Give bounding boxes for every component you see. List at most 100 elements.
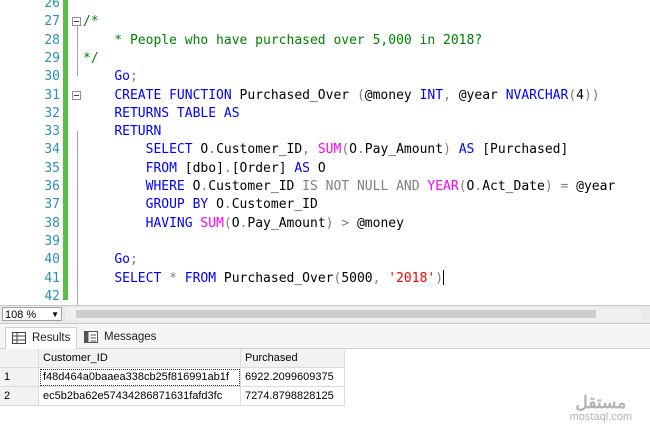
table-cell[interactable]: f48d464a0baaea338cb25f816991ab1f xyxy=(39,368,241,387)
code-line[interactable]: 34 SELECT O.Customer_ID, SUM(O.Pay_Amoun… xyxy=(0,141,650,159)
code-token: Pay_Amount xyxy=(364,142,444,158)
editor-status-bar: 108 % ▼ xyxy=(0,305,650,324)
line-number: 34 xyxy=(44,142,60,158)
code-token: ( xyxy=(458,179,467,194)
grid-corner[interactable] xyxy=(0,349,39,368)
code-token: Pay_Amount xyxy=(247,215,326,231)
code-line[interactable]: 31 CREATE FUNCTION Purchased_Over (@mone… xyxy=(0,87,650,105)
chevron-down-icon: ▼ xyxy=(51,310,59,319)
line-number: 39 xyxy=(44,233,60,249)
code-token: YEAR xyxy=(427,179,459,194)
row-header[interactable]: 1 xyxy=(0,368,39,387)
code-token: ( xyxy=(356,87,365,103)
code-line[interactable]: 37 GROUP BY O.Customer_ID xyxy=(0,196,650,214)
tab-messages[interactable]: Messages xyxy=(78,327,158,348)
code-token: ( xyxy=(568,87,577,103)
collapse-toggle-icon[interactable] xyxy=(72,90,81,100)
scrollbar-thumb[interactable] xyxy=(76,310,596,318)
line-number: 31 xyxy=(44,87,60,103)
code-token: */ xyxy=(83,50,99,66)
code-line[interactable]: 26 xyxy=(0,0,650,13)
tab-results[interactable]: Results xyxy=(5,327,77,349)
code-token: INT xyxy=(419,87,444,103)
row-header[interactable]: 2 xyxy=(0,387,39,406)
code-token: RETURN xyxy=(114,124,162,140)
column-header-purchased[interactable]: Purchased xyxy=(241,349,345,368)
code-token: WHERE xyxy=(145,179,185,194)
code-token: AS xyxy=(458,142,475,158)
results-grid[interactable]: Customer_ID Purchased 1 f48d464a0baaea33… xyxy=(0,349,650,429)
line-number: 42 xyxy=(44,288,60,304)
line-number: 41 xyxy=(44,270,60,286)
code-line[interactable]: 38 HAVING SUM(O.Pay_Amount) > @money xyxy=(0,215,650,233)
code-line[interactable]: 27 /* xyxy=(0,13,650,31)
code-token: Go xyxy=(114,69,130,85)
zoom-level: 108 % xyxy=(5,309,37,321)
watermark-arabic: مستقل xyxy=(575,393,627,412)
code-line[interactable]: 28 * People who have purchased over 5,00… xyxy=(0,32,650,50)
code-token: , xyxy=(443,87,451,103)
code-text: SELECT O.Customer_ID, SUM(O.Pay_Amount) … xyxy=(83,141,569,159)
line-number: 35 xyxy=(44,160,60,176)
tab-label: Results xyxy=(32,332,71,344)
code-token: Customer_ID xyxy=(208,179,303,194)
code-line[interactable]: 36 WHERE O.Customer_ID IS NOT NULL AND Y… xyxy=(0,178,650,196)
code-token: . xyxy=(208,142,217,158)
code-token: Purchased_Over xyxy=(216,270,334,286)
code-token: O xyxy=(349,142,357,158)
code-line[interactable]: 33 RETURN xyxy=(0,123,650,141)
code-token: 4 xyxy=(576,87,584,103)
horizontal-scrollbar[interactable] xyxy=(66,308,641,320)
watermark-latin: mostaql.com xyxy=(569,411,632,423)
code-token: [Purchased] xyxy=(474,142,569,158)
code-text: * People who have purchased over 5,000 i… xyxy=(83,32,482,50)
column-header-customer-id[interactable]: Customer_ID xyxy=(39,349,241,368)
code-token: @money xyxy=(364,87,420,103)
collapse-toggle-icon[interactable] xyxy=(72,17,81,27)
code-token: Act_Date xyxy=(482,179,545,194)
code-line[interactable]: 30 Go; xyxy=(0,68,650,86)
code-line[interactable]: 40 Go; xyxy=(0,251,650,269)
code-line[interactable]: 35 FROM [dbo].[Order] AS O xyxy=(0,160,650,178)
code-token: NVARCHAR xyxy=(505,87,569,103)
line-number: 33 xyxy=(44,124,60,140)
code-token: 5000 xyxy=(341,270,373,286)
code-text: RETURNS TABLE AS xyxy=(83,105,239,123)
line-number: 36 xyxy=(44,179,60,194)
code-token: IS NOT NULL AND xyxy=(302,179,420,194)
code-token: ) xyxy=(325,215,334,231)
table-cell[interactable]: 7274.8798828125 xyxy=(241,387,345,406)
table-cell[interactable]: ec5b2ba62e57434286871631fafd3fc xyxy=(39,387,241,406)
code-line[interactable]: 32 RETURNS TABLE AS xyxy=(0,105,650,123)
code-token: ( xyxy=(341,142,350,158)
code-text: */ xyxy=(83,50,99,68)
line-number: 40 xyxy=(44,252,60,268)
code-token: SELECT xyxy=(114,270,162,286)
code-token: Purchased_Over xyxy=(231,87,357,103)
code-line[interactable]: 41 SELECT * FROM Purchased_Over(5000, '2… xyxy=(0,269,650,288)
text-caret xyxy=(443,269,445,285)
table-cell[interactable]: 6922.2099609375 xyxy=(241,368,345,387)
code-token: @year xyxy=(450,87,506,103)
code-token: O xyxy=(231,215,240,231)
zoom-dropdown[interactable]: 108 % ▼ xyxy=(2,307,62,321)
code-token: ( xyxy=(223,215,232,231)
code-line[interactable]: 29 */ xyxy=(0,50,650,68)
code-line[interactable]: 39 xyxy=(0,233,650,251)
fold-guide-line xyxy=(77,130,78,305)
mostaql-watermark: مستقل mostaql.com xyxy=(569,393,632,423)
code-line[interactable]: 42 xyxy=(0,288,650,305)
code-text: WHERE O.Customer_ID IS NOT NULL AND YEAR… xyxy=(83,178,616,196)
code-token: GROUP BY xyxy=(145,197,209,213)
line-number: 38 xyxy=(44,215,60,231)
change-tracking-bar xyxy=(63,0,68,300)
query-editor[interactable]: 26 27 /* 28 * People who have purchased ove… xyxy=(0,0,650,305)
